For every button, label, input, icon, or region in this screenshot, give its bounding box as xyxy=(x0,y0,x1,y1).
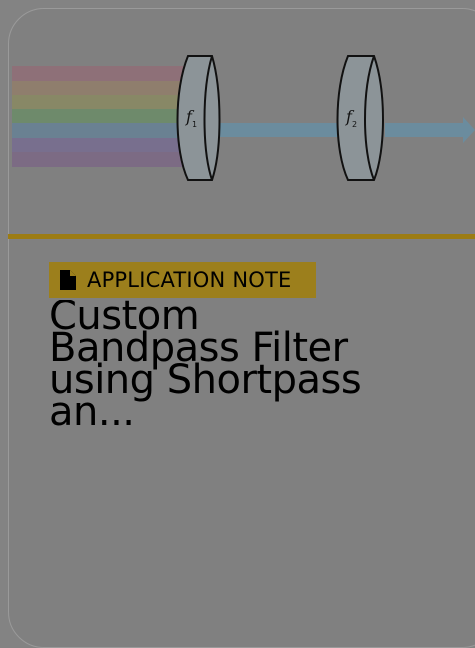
output-beam xyxy=(385,123,467,137)
article-title[interactable]: Custom Bandpass Filter using Shortpass a… xyxy=(49,300,379,428)
article-figure: f 1 f 2 xyxy=(0,0,475,230)
lens-2-subscript: 2 xyxy=(352,120,357,129)
badge-label: APPLICATION NOTE xyxy=(87,268,292,292)
accent-divider xyxy=(8,234,475,239)
application-note-badge: APPLICATION NOTE xyxy=(49,262,316,298)
filtered-beam xyxy=(215,123,355,137)
lens-1: f 1 xyxy=(176,55,221,181)
document-icon xyxy=(59,269,77,291)
lens-2: f 2 xyxy=(336,55,384,181)
lens-1-subscript: 1 xyxy=(192,120,197,129)
spectrum-beam xyxy=(12,66,190,167)
output-arrow-icon xyxy=(463,117,475,143)
